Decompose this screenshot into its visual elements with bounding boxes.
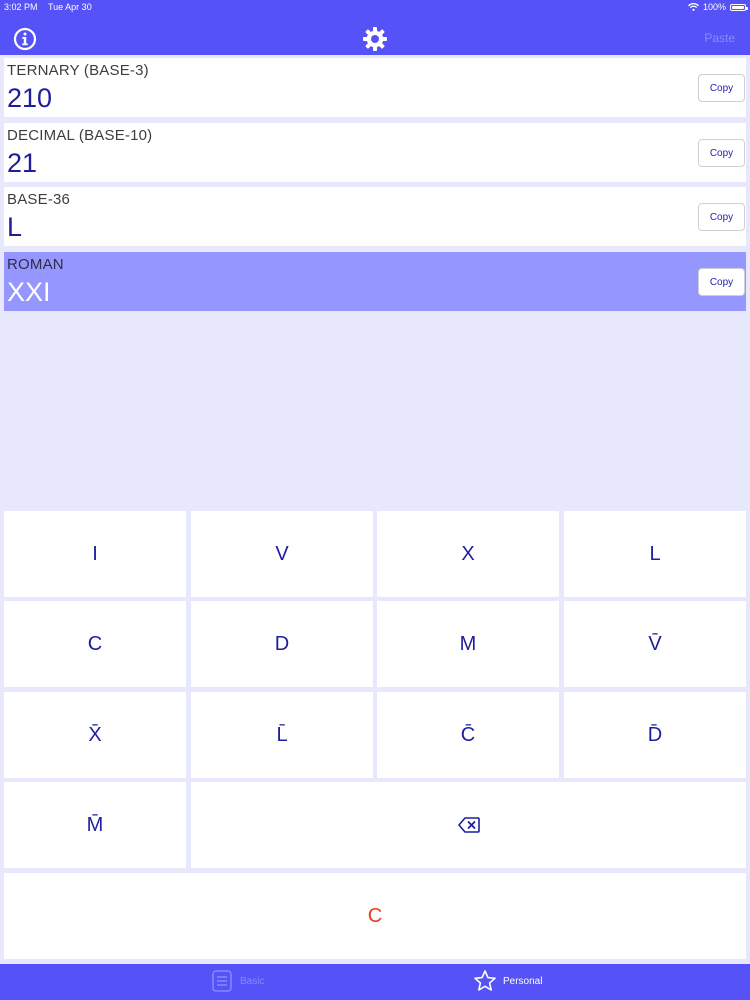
card-base36[interactable]: BASE-36 L Copy [4, 187, 746, 246]
calculator-list-icon [212, 970, 232, 992]
top-bar: 3:02 PM Tue Apr 30 100% Paste [0, 0, 750, 55]
backspace-icon [457, 817, 480, 833]
copy-button[interactable]: Copy [698, 268, 745, 296]
card-value: 21 [7, 148, 38, 178]
card-value: L [7, 212, 23, 242]
status-date: Tue Apr 30 [48, 2, 92, 12]
card-label: DECIMAL (BASE-10) [7, 127, 153, 144]
backspace-button[interactable] [191, 782, 746, 868]
tab-label: Personal [503, 975, 543, 987]
card-roman[interactable]: ROMAN XXI Copy [4, 252, 746, 311]
key-m[interactable]: M [377, 601, 559, 687]
wifi-icon [688, 3, 699, 11]
card-label: ROMAN [7, 256, 64, 273]
key-x-bar[interactable]: X̄ [4, 692, 186, 778]
key-l[interactable]: L [564, 511, 746, 597]
copy-button[interactable]: Copy [698, 139, 745, 167]
card-label: BASE-36 [7, 191, 71, 208]
key-c-bar[interactable]: C̄ [377, 692, 559, 778]
clear-button[interactable]: C [4, 873, 746, 959]
key-m-bar[interactable]: M̄ [4, 782, 186, 868]
status-time: 3:02 PM [4, 2, 38, 12]
card-value: XXI [7, 277, 51, 307]
paste-button[interactable]: Paste [704, 31, 735, 45]
key-l-bar[interactable]: L̄ [191, 692, 373, 778]
key-d-bar[interactable]: D̄ [564, 692, 746, 778]
copy-button[interactable]: Copy [698, 74, 745, 102]
tab-bar: Basic Personal [0, 964, 750, 1000]
key-v[interactable]: V [191, 511, 373, 597]
key-v-bar[interactable]: V̄ [564, 601, 746, 687]
tab-label: Basic [240, 975, 265, 987]
key-c[interactable]: C [4, 601, 186, 687]
card-value: 210 [7, 83, 53, 113]
key-i[interactable]: I [4, 511, 186, 597]
battery-percent: 100% [702, 2, 726, 12]
card-label: TERNARY (BASE-3) [7, 62, 149, 79]
battery-icon [730, 3, 748, 11]
tab-basic[interactable]: Basic [210, 969, 264, 993]
info-circle-icon[interactable] [13, 27, 37, 51]
status-right: 100% [688, 2, 748, 12]
tab-personal[interactable]: Personal [473, 969, 542, 993]
key-d[interactable]: D [191, 601, 373, 687]
card-ternary[interactable]: TERNARY (BASE-3) 210 Copy [4, 58, 746, 117]
star-icon [474, 970, 496, 991]
card-decimal[interactable]: DECIMAL (BASE-10) 21 Copy [4, 123, 746, 182]
copy-button[interactable]: Copy [698, 203, 745, 231]
key-x[interactable]: X [377, 511, 559, 597]
gear-icon[interactable] [362, 26, 388, 52]
